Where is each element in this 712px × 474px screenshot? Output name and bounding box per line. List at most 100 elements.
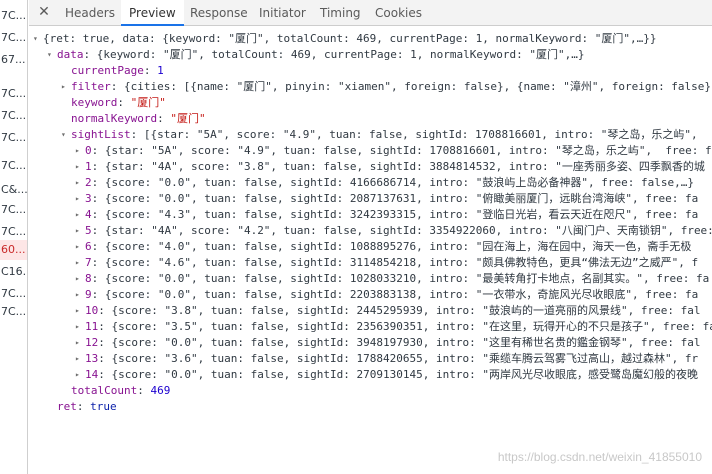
- request-row[interactable]: 7C...: [0, 200, 27, 220]
- property-summary: : {score: "3.5", tuan: false, sightId: 2…: [98, 320, 712, 333]
- collapsed-arrow-icon[interactable]: ▸: [75, 287, 85, 303]
- expanded-arrow-icon[interactable]: ▾: [61, 127, 71, 143]
- property-value: "厦门": [170, 112, 206, 125]
- request-row[interactable]: C16...: [0, 262, 27, 282]
- tree-line[interactable]: ▸ 5: {star: "4A", score: "4.2", tuan: fal…: [75, 223, 712, 239]
- collapsed-arrow-icon[interactable]: ▸: [75, 335, 85, 351]
- tree-line[interactable]: ▸ filter: {cities: [{name: "厦门", pinyin: …: [61, 79, 712, 95]
- property-value: true: [90, 400, 117, 413]
- collapsed-arrow-icon[interactable]: ▸: [75, 191, 85, 207]
- tree-line[interactable]: ▸ 0: {star: "5A", score: "4.9", tuan: fal…: [75, 143, 712, 159]
- property-summary: : {star: "4A", score: "3.8", tuan: false…: [91, 160, 705, 173]
- request-row[interactable]: 60...: [0, 240, 27, 260]
- property-summary: : {score: "3.8", tuan: false, sightId: 2…: [98, 304, 701, 317]
- collapsed-arrow-icon[interactable]: ▸: [75, 159, 85, 175]
- collapsed-arrow-icon[interactable]: ▸: [75, 319, 85, 335]
- request-row[interactable]: 7C...: [0, 284, 27, 304]
- expanded-arrow-icon[interactable]: ▾: [33, 31, 43, 47]
- tree-line[interactable]: ▸ 14: {score: "0.0", tuan: false, sightId…: [75, 367, 698, 383]
- property-key: ret: [57, 400, 77, 413]
- property-summary: : {keyword: "厦门", totalCount: 469, curre…: [83, 48, 585, 61]
- property-summary: : {score: "0.0", tuan: false, sightId: 2…: [98, 368, 698, 381]
- collapsed-arrow-icon[interactable]: ▸: [75, 271, 85, 287]
- tree-line[interactable]: ▸ 13: {score: "3.6", tuan: false, sightId…: [75, 351, 698, 367]
- tree-line[interactable]: ▾ {ret: true, data: {keyword: "厦门", total…: [33, 31, 657, 47]
- close-icon[interactable]: ✕: [36, 4, 52, 20]
- property-key: 14: [85, 368, 99, 381]
- property-key: 10: [85, 304, 99, 317]
- tree-line[interactable]: ▸ 3: {score: "0.0", tuan: false, sightId:…: [75, 191, 698, 207]
- property-value: 469: [150, 384, 171, 397]
- property-key: data: [57, 48, 84, 61]
- property-key: 2: [85, 176, 92, 189]
- tree-line[interactable]: ▸ 1: {star: "4A", score: "3.8", tuan: fal…: [75, 159, 705, 175]
- property-summary: : {score: "0.0", tuan: false, sightId: 2…: [91, 192, 699, 205]
- collapsed-arrow-icon[interactable]: ▸: [75, 207, 85, 223]
- tree-line[interactable]: ▸ 9: {score: "0.0", tuan: false, sightId:…: [75, 287, 698, 303]
- property-value: 1: [157, 64, 164, 77]
- property-key: 9: [85, 288, 92, 301]
- request-row[interactable]: 7C...: [0, 106, 27, 126]
- tree-line[interactable]: ▸ 7: {score: "4.6", tuan: false, sightId:…: [75, 255, 698, 271]
- tree-line[interactable]: ▸ 4: {score: "4.3", tuan: false, sightId:…: [75, 207, 698, 223]
- property-summary: : {score: "0.0", tuan: false, sightId: 2…: [91, 288, 699, 301]
- property-key: currentPage: [71, 64, 144, 77]
- property-key: normalKeyword: [71, 112, 158, 125]
- request-row[interactable]: C&...: [0, 180, 27, 200]
- property-key: 3: [85, 192, 92, 205]
- tree-line[interactable]: ▸ 11: {score: "3.5", tuan: false, sightId…: [75, 319, 712, 335]
- tab-cookies[interactable]: Cookies: [367, 0, 430, 26]
- property-summary: : {score: "0.0", tuan: false, sightId: 3…: [98, 336, 701, 349]
- collapsed-arrow-icon[interactable]: ▸: [75, 303, 85, 319]
- request-row[interactable]: 67...: [0, 50, 27, 70]
- tree-line[interactable]: ▸ 2: {score: "0.0", tuan: false, sightId:…: [75, 175, 694, 191]
- property-key: 11: [85, 320, 99, 333]
- property-summary: : {score: "0.0", tuan: false, sightId: 4…: [91, 176, 694, 189]
- request-row[interactable]: 7C...: [0, 128, 27, 148]
- property-key: 13: [85, 352, 99, 365]
- tree-line[interactable]: ▸ 10: {score: "3.8", tuan: false, sightId…: [75, 303, 700, 319]
- tree-line[interactable]: ▸ 6: {score: "4.0", tuan: false, sightId:…: [75, 239, 691, 255]
- tree-line: currentPage: 1: [71, 64, 164, 77]
- tab-preview[interactable]: Preview: [121, 0, 184, 26]
- request-row[interactable]: 7C...: [0, 222, 27, 242]
- property-summary: : {score: "4.3", tuan: false, sightId: 3…: [91, 208, 699, 221]
- tree-line: ret: true: [57, 400, 117, 413]
- request-row[interactable]: 7C...: [0, 302, 27, 322]
- property-key: 4: [85, 208, 92, 221]
- tree-line[interactable]: ▸ 12: {score: "0.0", tuan: false, sightId…: [75, 335, 700, 351]
- property-key: sightList: [71, 128, 131, 141]
- collapsed-arrow-icon[interactable]: ▸: [75, 223, 85, 239]
- request-row[interactable]: 7C...: [0, 156, 27, 176]
- tab-response[interactable]: Response: [182, 0, 256, 26]
- tab-headers[interactable]: Headers: [57, 0, 123, 26]
- request-list: 7C... 7C... 67... 7C... 7C... 7C... 7C... C&...…: [0, 0, 28, 474]
- tree-line[interactable]: ▾ data: {keyword: "厦门", totalCount: 469, …: [47, 47, 584, 63]
- tree-line: keyword: "厦门": [71, 96, 166, 109]
- collapsed-arrow-icon[interactable]: ▸: [75, 367, 85, 383]
- property-summary: : {star: "4A", score: "4.2", tuan: false…: [91, 224, 712, 237]
- property-summary: : {score: "4.6", tuan: false, sightId: 3…: [91, 256, 699, 269]
- property-key: 8: [85, 272, 92, 285]
- property-summary: : {score: "0.0", tuan: false, sightId: 1…: [91, 272, 710, 285]
- collapsed-arrow-icon[interactable]: ▸: [61, 79, 71, 95]
- property-key: 12: [85, 336, 99, 349]
- tab-timing[interactable]: Timing: [312, 0, 369, 26]
- tab-initiator[interactable]: Initiator: [251, 0, 314, 26]
- property-key: 7: [85, 256, 92, 269]
- request-row[interactable]: 7C...: [0, 28, 27, 48]
- request-row[interactable]: 7C...: [0, 6, 27, 26]
- expanded-arrow-icon[interactable]: ▾: [47, 47, 57, 63]
- collapsed-arrow-icon[interactable]: ▸: [75, 175, 85, 191]
- tree-line[interactable]: ▸ 8: {score: "0.0", tuan: false, sightId:…: [75, 271, 709, 287]
- property-summary: : {cities: [{name: "厦门", pinyin: "xiamen…: [110, 80, 712, 93]
- property-key: filter: [71, 80, 111, 93]
- tree-line[interactable]: ▾ sightList: [{star: "5A", score: "4.9", …: [61, 127, 698, 143]
- property-summary: : [{star: "5A", score: "4.9", tuan: fals…: [130, 128, 698, 141]
- collapsed-arrow-icon[interactable]: ▸: [75, 143, 85, 159]
- property-summary: : {score: "4.0", tuan: false, sightId: 1…: [91, 240, 692, 253]
- collapsed-arrow-icon[interactable]: ▸: [75, 239, 85, 255]
- request-row[interactable]: 7C...: [0, 84, 27, 104]
- collapsed-arrow-icon[interactable]: ▸: [75, 351, 85, 367]
- collapsed-arrow-icon[interactable]: ▸: [75, 255, 85, 271]
